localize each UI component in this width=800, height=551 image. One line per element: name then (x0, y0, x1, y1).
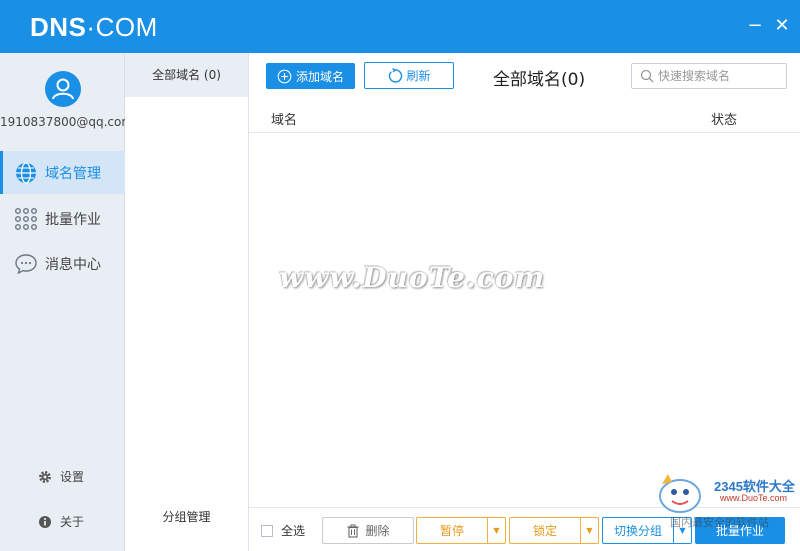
refresh-label: 刷新 (406, 69, 431, 83)
plus-circle-icon (277, 69, 292, 84)
minimize-button[interactable]: − (745, 16, 765, 36)
search-box[interactable] (631, 63, 787, 89)
delete-button[interactable]: 删除 (322, 517, 414, 544)
chat-icon (14, 252, 38, 276)
settings-label: 设置 (60, 470, 85, 484)
sidebar-item-label: 域名管理 (45, 165, 101, 182)
pause-label: 暂停 (439, 524, 464, 538)
close-button[interactable]: ✕ (772, 16, 792, 36)
sidebar-item-label: 批量作业 (45, 211, 101, 228)
select-all-label: 全选 (281, 524, 306, 538)
refresh-button[interactable]: 刷新 (364, 62, 454, 89)
column-header-status[interactable]: 状态 (711, 109, 737, 128)
lock-button[interactable]: 锁定 ▼ (509, 517, 599, 544)
url-2345: www.DuoTe.com (720, 493, 788, 503)
group-panel: 全部域名 (0) 分组管理 (125, 53, 249, 551)
caret-down-icon: ▼ (493, 526, 500, 535)
group-all-domains[interactable]: 全部域名 (0) (125, 53, 248, 97)
refresh-icon (387, 67, 403, 84)
sidebar-item-message-center[interactable]: 消息中心 (0, 242, 125, 285)
sidebar-item-label: 消息中心 (45, 256, 101, 273)
search-icon (640, 69, 654, 83)
domain-table-body: www.DuoTe.com (249, 134, 800, 507)
trash-icon (346, 524, 360, 538)
add-domain-label: 添加域名 (295, 69, 344, 84)
slogan-2345: 国内最安全的软件站 (670, 516, 769, 529)
user-email: 1910837800@qq.com (0, 115, 134, 129)
lock-dropdown-caret[interactable]: ▼ (580, 518, 598, 543)
caret-down-icon: ▼ (586, 526, 593, 535)
lock-label: 锁定 (532, 524, 557, 538)
gear-icon (38, 470, 52, 484)
info-icon (38, 515, 52, 529)
about-button[interactable]: 关于 (38, 513, 84, 530)
about-label: 关于 (60, 515, 85, 529)
avatar[interactable] (45, 71, 81, 107)
add-domain-button[interactable]: 添加域名 (266, 63, 355, 89)
title-bar: DNS·COM − ✕ (0, 0, 800, 53)
app-logo: DNS·COM (30, 12, 158, 42)
group-manage-button[interactable]: 分组管理 (125, 508, 248, 525)
globe-icon (14, 161, 38, 185)
mascot-icon (659, 474, 701, 513)
watermark-2345: 2345软件大全 www.DuoTe.com 国内最安全的软件站 (650, 468, 800, 551)
duote-watermark: www.DuoTe.com (279, 261, 546, 294)
pause-button[interactable]: 暂停 ▼ (416, 517, 506, 544)
pause-dropdown-caret[interactable]: ▼ (487, 518, 505, 543)
sidebar-item-batch-jobs[interactable]: 批量作业 (0, 197, 125, 240)
select-all-checkbox[interactable]: 全选 (261, 522, 305, 539)
sidebar-item-domain-management[interactable]: 域名管理 (0, 151, 125, 194)
column-header-domain[interactable]: 域名 (271, 109, 297, 128)
checkbox-icon (261, 524, 273, 537)
grid-icon (14, 207, 38, 231)
delete-label: 删除 (365, 524, 390, 538)
settings-button[interactable]: 设置 (38, 468, 84, 485)
sidebar: 1910837800@qq.com 域名管理 批量作业 消息中心 设置 关于 (0, 53, 134, 551)
table-header: 域名 状态 (249, 103, 800, 133)
search-input[interactable] (658, 69, 778, 83)
page-title: 全部域名(0) (493, 70, 586, 90)
user-icon (52, 78, 74, 100)
